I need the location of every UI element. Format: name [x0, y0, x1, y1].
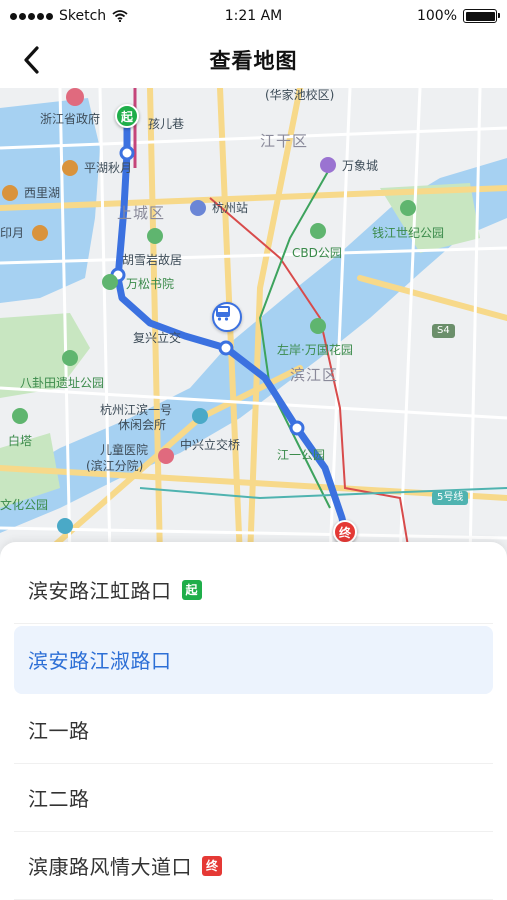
- stop-item[interactable]: 滨安路江虹路口起: [14, 556, 493, 624]
- stop-item[interactable]: 江二路: [14, 764, 493, 832]
- route-stop-point[interactable]: [289, 420, 305, 436]
- poi-icon: [400, 200, 416, 216]
- poi-icon: [320, 157, 336, 173]
- stop-name: 滨康路风情大道口: [28, 855, 192, 879]
- map-label: 杭州江滨一号: [100, 403, 173, 417]
- poi-icon: [57, 518, 73, 534]
- map-label: 万松书院: [126, 277, 175, 291]
- poi-icon: [32, 225, 48, 241]
- start-marker[interactable]: 起: [115, 104, 139, 128]
- map-label: (华家池校区): [265, 88, 335, 102]
- battery-fill: [465, 11, 495, 21]
- stop-list: 滨安路江虹路口起滨安路江淑路口 江一路江二路滨康路风情大道口终: [14, 556, 493, 900]
- stop-name: 滨安路江虹路口: [28, 579, 172, 603]
- status-bar: Sketch 1:21 AM 100%: [0, 0, 507, 32]
- west-lake: [0, 98, 100, 303]
- poi-icon: [62, 350, 78, 366]
- poi-icon: [192, 408, 208, 424]
- stop-item[interactable]: 滨康路风情大道口终: [14, 832, 493, 900]
- start-badge: 起: [181, 579, 202, 600]
- stop-name: 滨安路江淑路口: [28, 649, 172, 673]
- map-label: 文化公园: [0, 498, 49, 512]
- map-label: 白塔: [8, 434, 33, 448]
- map-label: 万象城: [342, 159, 379, 173]
- map-label: 复兴立交: [133, 331, 182, 345]
- road-label: S4: [432, 324, 455, 338]
- map-label: (滨江分院): [86, 459, 144, 473]
- map-label: 胡雪岩故居: [122, 253, 183, 267]
- stop-name: 江一路: [28, 719, 90, 743]
- stop-name: 江二路: [28, 787, 90, 811]
- poi-icon: [66, 88, 84, 106]
- map-label: 印月: [0, 226, 25, 240]
- map-label: 儿童医院: [100, 443, 149, 457]
- map-label: 中兴立交桥: [180, 438, 241, 452]
- map-label: 杭州站: [212, 201, 249, 215]
- page-title: 查看地图: [209, 49, 298, 73]
- poi-icon: [12, 408, 28, 424]
- route-stop-point[interactable]: [218, 340, 234, 356]
- poi-icon: [310, 318, 326, 334]
- district-label: 上城区: [117, 204, 166, 222]
- status-time: 1:21 AM: [224, 8, 283, 24]
- map-label: 左岸·万国花园: [277, 343, 353, 357]
- poi-icon: [62, 160, 78, 176]
- back-button[interactable]: [14, 42, 50, 78]
- bus-icon: [216, 306, 230, 321]
- battery-icon: [463, 9, 500, 23]
- poi-icon: [2, 185, 18, 201]
- map-label: 西里湖: [24, 186, 61, 200]
- district-label: 滨江区: [290, 366, 339, 384]
- stop-item[interactable]: 滨安路江淑路口: [14, 626, 493, 694]
- map-label: 平湖秋月: [84, 161, 133, 175]
- nav-bar: 查看地图: [0, 32, 507, 88]
- end-badge: 终: [202, 855, 222, 876]
- map-label: 八卦田遗址公园: [20, 376, 105, 390]
- poi-icon: [310, 223, 326, 239]
- end-marker[interactable]: 终: [333, 520, 357, 544]
- map-label: 浙江省政府: [40, 112, 101, 126]
- map-label: 江一公园: [277, 448, 326, 462]
- poi-icon: [147, 228, 163, 244]
- poi-icon: [158, 448, 174, 464]
- poi-icon: [102, 274, 118, 290]
- map-label: 钱江世纪公园: [372, 226, 445, 240]
- district-label: 江干区: [260, 132, 309, 150]
- metro-label: 5号线: [432, 491, 469, 505]
- stop-list-sheet: 滨安路江虹路口起滨安路江淑路口 江一路江二路滨康路风情大道口终: [0, 542, 507, 900]
- map-label: 休闲会所: [118, 418, 167, 432]
- chevron-left-icon: [24, 46, 39, 74]
- map-label: CBD公园: [292, 246, 342, 260]
- map-label: 孩儿巷: [148, 117, 185, 131]
- map-canvas: [0, 88, 507, 558]
- route-map[interactable]: 上城区 江干区 滨江区 (华家池校区) 浙江省政府 孩儿巷 平湖秋月 西里湖 杭…: [0, 88, 507, 558]
- stop-item[interactable]: 江一路: [14, 696, 493, 764]
- route-stop-point[interactable]: [119, 145, 135, 161]
- poi-icon: [190, 200, 206, 216]
- bus-position-icon[interactable]: [212, 302, 242, 332]
